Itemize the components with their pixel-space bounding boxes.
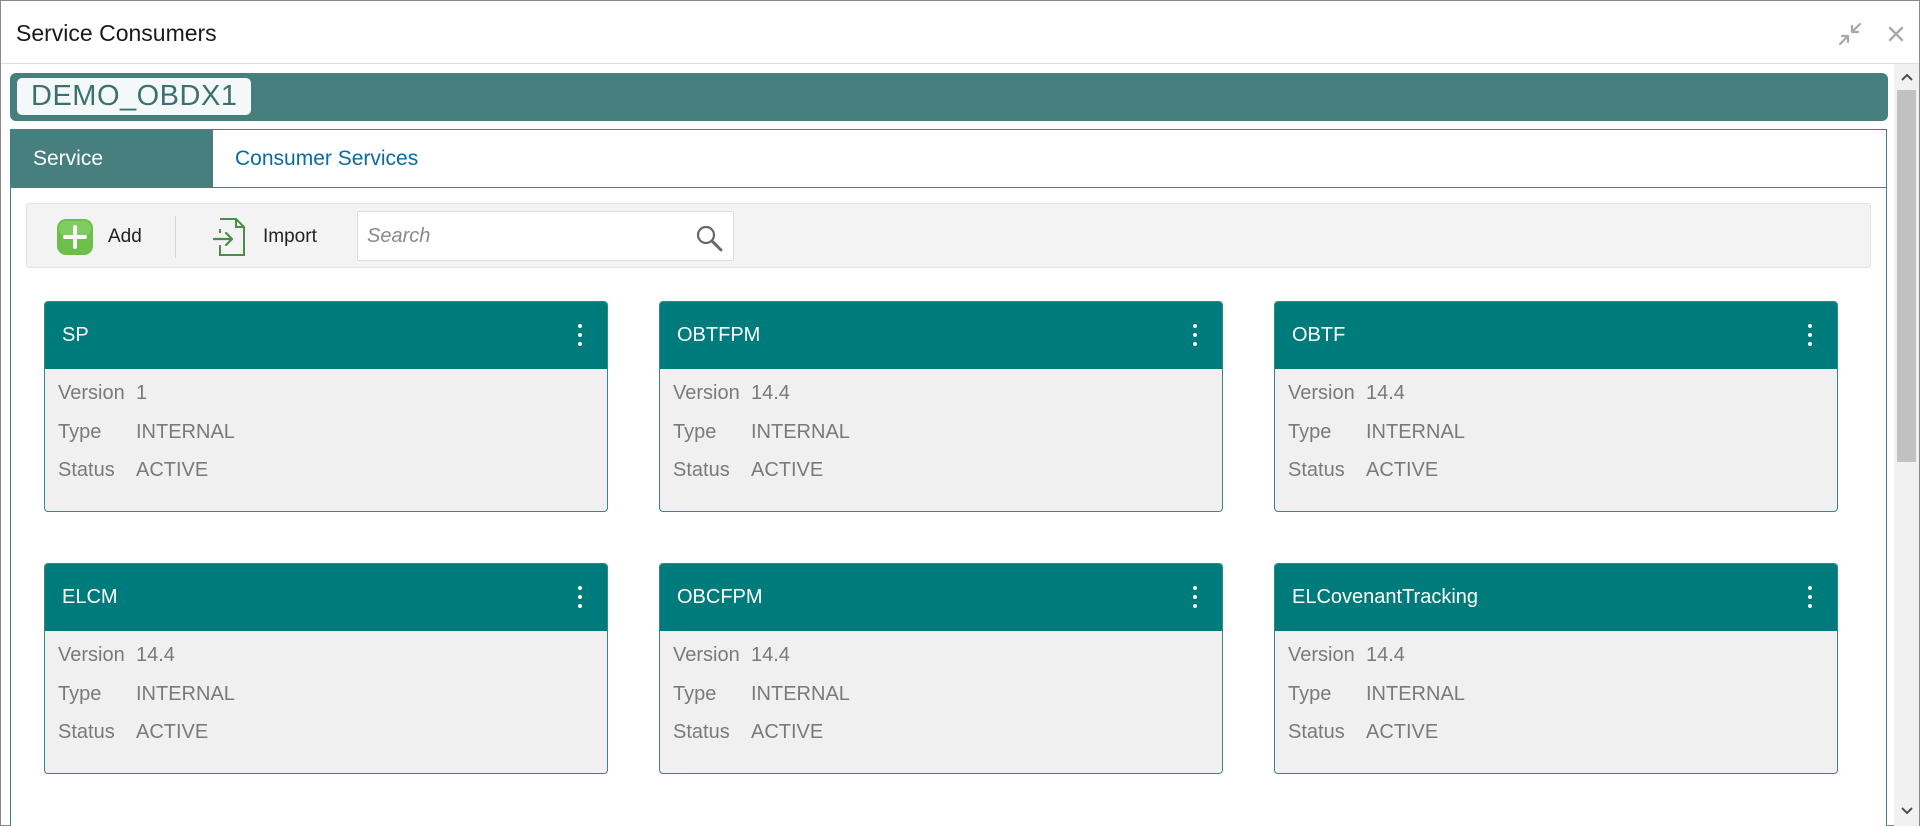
import-button[interactable]: Import [212, 217, 317, 257]
version-value: 14.4 [1366, 644, 1405, 666]
status-value: ACTIVE [136, 459, 209, 481]
content-panel: Service Providers Consumer Services Add [10, 129, 1887, 826]
version-value: 14.4 [136, 644, 175, 666]
type-value: INTERNAL [1366, 420, 1465, 443]
version-label: Version [673, 644, 740, 666]
more-options-icon[interactable] [1190, 586, 1200, 608]
version-label: Version [673, 382, 740, 404]
environment-label: DEMO_OBDX1 [17, 78, 252, 115]
status-value: ACTIVE [1366, 459, 1439, 481]
tab-bar: Service Providers Consumer Services [11, 130, 1886, 228]
environment-banner: DEMO_OBDX1 [10, 73, 1888, 121]
version-label: Version [1288, 644, 1355, 666]
card-header: OBTFPM [660, 302, 1222, 369]
search-box [357, 211, 734, 261]
version-label: Version [1288, 382, 1355, 404]
type-label: Type [673, 682, 717, 705]
card-title[interactable]: SP [62, 324, 89, 347]
more-options-icon[interactable] [1805, 586, 1815, 608]
card-title[interactable]: ELCM [62, 586, 118, 609]
search-input[interactable] [358, 212, 678, 260]
card-header: OBTF [1275, 302, 1837, 369]
card-title[interactable]: OBTF [1292, 324, 1345, 347]
scroll-up-icon[interactable] [1894, 66, 1919, 88]
type-label: Type [1288, 420, 1332, 443]
service-provider-card[interactable]: OBTFPM Version 14.4 Type INTERNAL Status AC… [659, 301, 1223, 512]
more-options-icon[interactable] [1190, 324, 1200, 346]
status-label: Status [1288, 459, 1345, 481]
tab-consumer-services[interactable]: Consumer Services [213, 130, 440, 188]
card-header: OBCFPM [660, 564, 1222, 631]
close-icon[interactable] [1883, 21, 1909, 47]
more-options-icon[interactable] [575, 586, 585, 608]
status-label: Status [673, 459, 730, 481]
vertical-scrollbar[interactable] [1894, 64, 1919, 826]
service-provider-card[interactable]: OBCFPM Version 14.4 Type INTERNAL Status AC… [659, 563, 1223, 774]
version-value: 14.4 [1366, 382, 1405, 404]
more-options-icon[interactable] [575, 324, 585, 346]
add-label: Add [108, 226, 142, 247]
title-bar: Service Consumers [1, 1, 1919, 64]
status-label: Status [58, 721, 115, 743]
toolbar: Add Import [26, 203, 1871, 268]
card-header: ELCM [45, 564, 607, 631]
window-title: Service Consumers [16, 20, 217, 46]
search-icon[interactable] [695, 224, 723, 252]
status-label: Status [58, 459, 115, 481]
import-label: Import [263, 226, 317, 247]
type-value: INTERNAL [751, 420, 850, 443]
card-title[interactable]: OBTFPM [677, 324, 760, 347]
type-label: Type [673, 420, 717, 443]
scrollbar-thumb[interactable] [1897, 90, 1916, 462]
card-header: ELCovenantTracking [1275, 564, 1837, 631]
service-provider-card[interactable]: ELCM Version 14.4 Type INTERNAL Status ACTI… [44, 563, 608, 774]
status-label: Status [673, 721, 730, 743]
compress-icon[interactable] [1837, 21, 1863, 47]
version-value: 1 [136, 382, 148, 404]
card-title[interactable]: ELCovenantTracking [1292, 586, 1478, 609]
type-value: INTERNAL [1366, 682, 1465, 705]
status-value: ACTIVE [751, 459, 824, 481]
version-label: Version [58, 644, 125, 666]
import-icon [212, 218, 245, 256]
type-label: Type [58, 420, 102, 443]
card-header: SP [45, 302, 607, 369]
version-value: 14.4 [751, 644, 790, 666]
version-label: Version [58, 382, 125, 404]
type-label: Type [58, 682, 102, 705]
service-provider-card[interactable]: ELCovenantTracking Version 14.4 Type INTER… [1274, 563, 1838, 774]
more-options-icon[interactable] [1805, 324, 1815, 346]
add-icon [57, 219, 93, 255]
card-body: Version 1 Type INTERNAL Status ACTIVE [58, 382, 235, 498]
type-value: INTERNAL [751, 682, 850, 705]
type-label: Type [1288, 682, 1332, 705]
version-value: 14.4 [751, 382, 790, 404]
card-body: Version 14.4 Type INTERNAL Status ACTIVE [673, 382, 850, 498]
toolbar-divider [175, 216, 176, 258]
status-value: ACTIVE [1366, 721, 1439, 743]
status-label: Status [1288, 721, 1345, 743]
card-body: Version 14.4 Type INTERNAL Status ACTIVE [1288, 644, 1465, 760]
tab-service-providers[interactable]: Service Providers [11, 130, 213, 228]
card-body: Version 14.4 Type INTERNAL Status ACTIVE [1288, 382, 1465, 498]
scroll-down-icon[interactable] [1894, 800, 1919, 822]
status-value: ACTIVE [136, 721, 209, 743]
type-value: INTERNAL [136, 682, 235, 705]
service-consumers-window: Service Consumers DEMO_OBDX1 Service Pro… [0, 0, 1920, 826]
service-provider-card[interactable]: OBTF Version 14.4 Type INTERNAL Status ACTI… [1274, 301, 1838, 512]
add-button[interactable]: Add [57, 217, 142, 257]
card-title[interactable]: OBCFPM [677, 586, 763, 609]
card-body: Version 14.4 Type INTERNAL Status ACTIVE [58, 644, 235, 760]
service-provider-card[interactable]: SP Version 1 Type INTERNAL Status ACTIVE [44, 301, 608, 512]
status-value: ACTIVE [751, 721, 824, 743]
card-body: Version 14.4 Type INTERNAL Status ACTIVE [673, 644, 850, 760]
type-value: INTERNAL [136, 420, 235, 443]
